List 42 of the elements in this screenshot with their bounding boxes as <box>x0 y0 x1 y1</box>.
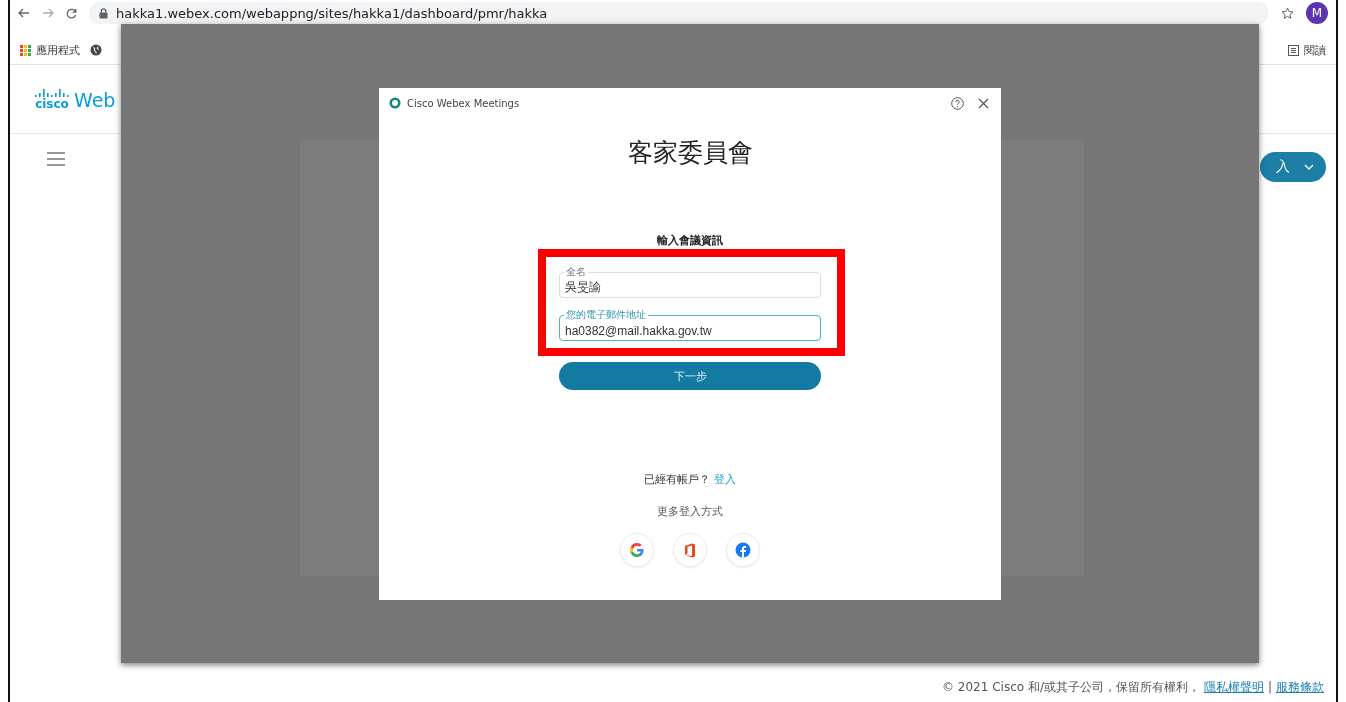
copyright-text: © 2021 Cisco 和/或其子公司，保留所有權利， <box>942 678 1200 696</box>
reading-list-icon <box>1288 44 1299 56</box>
lock-icon <box>99 7 108 19</box>
menu-icon[interactable] <box>46 152 66 166</box>
bookmark-item[interactable]: 閱讀 <box>1288 42 1326 58</box>
globe-icon[interactable] <box>90 44 102 56</box>
field-value-input[interactable]: ha0382@mail.hakka.gov.tw <box>565 323 805 338</box>
reload-icon[interactable] <box>66 7 77 19</box>
section-title: 輸入會議資訊 <box>657 233 723 248</box>
cisco-logo: cisco <box>34 88 70 110</box>
apps-grid-icon <box>20 44 31 56</box>
facebook-icon <box>735 542 751 558</box>
bookmark-item[interactable]: 應用程式 <box>20 42 80 58</box>
more-options-text: 更多登入方式 <box>657 504 723 519</box>
next-button[interactable]: 下一步 <box>559 362 821 390</box>
office-icon <box>684 542 696 558</box>
google-icon <box>629 542 645 558</box>
field-label: 全名 <box>564 266 588 277</box>
field-value-input[interactable]: 吳旻諭 <box>565 280 805 295</box>
text-field[interactable]: 全名 吳旻諭 <box>559 266 821 298</box>
field-label: 您的電子郵件地址 <box>564 309 648 320</box>
google-sign-in-button[interactable] <box>620 533 654 567</box>
logo-text: Web <box>74 90 116 110</box>
close-icon[interactable] <box>978 97 989 109</box>
app-logo-icon <box>389 97 401 109</box>
url-text: hakka1.webex.com/webappng/sites/hakka1/dashboard/pmr/hakka <box>116 5 548 21</box>
star-icon[interactable] <box>1281 6 1294 20</box>
sign-in-button[interactable]: 入 <box>1260 152 1326 182</box>
dialog-heading: 客家委員會 <box>627 137 753 169</box>
link-divider: | <box>1267 680 1272 694</box>
account-prompt: 已經有帳戶？ <box>644 472 710 487</box>
footer-link[interactable]: 服務條款 <box>1276 678 1324 696</box>
address-bar[interactable]: hakka1.webex.com/webappng/sites/hakka1/dashboard/pmr/hakka <box>89 2 1269 24</box>
profile-avatar[interactable]: M <box>1306 2 1328 24</box>
back-icon[interactable] <box>18 8 30 18</box>
facebook-sign-in-button[interactable] <box>726 533 760 567</box>
footer-link[interactable]: 隱私權聲明 <box>1203 678 1264 696</box>
office-sign-in-button[interactable] <box>673 533 707 567</box>
help-icon[interactable] <box>951 96 964 110</box>
dialog-title: Cisco Webex Meetings <box>407 97 520 109</box>
text-field[interactable]: 您的電子郵件地址 ha0382@mail.hakka.gov.tw <box>559 309 821 341</box>
chevron-down-icon <box>1304 164 1314 170</box>
